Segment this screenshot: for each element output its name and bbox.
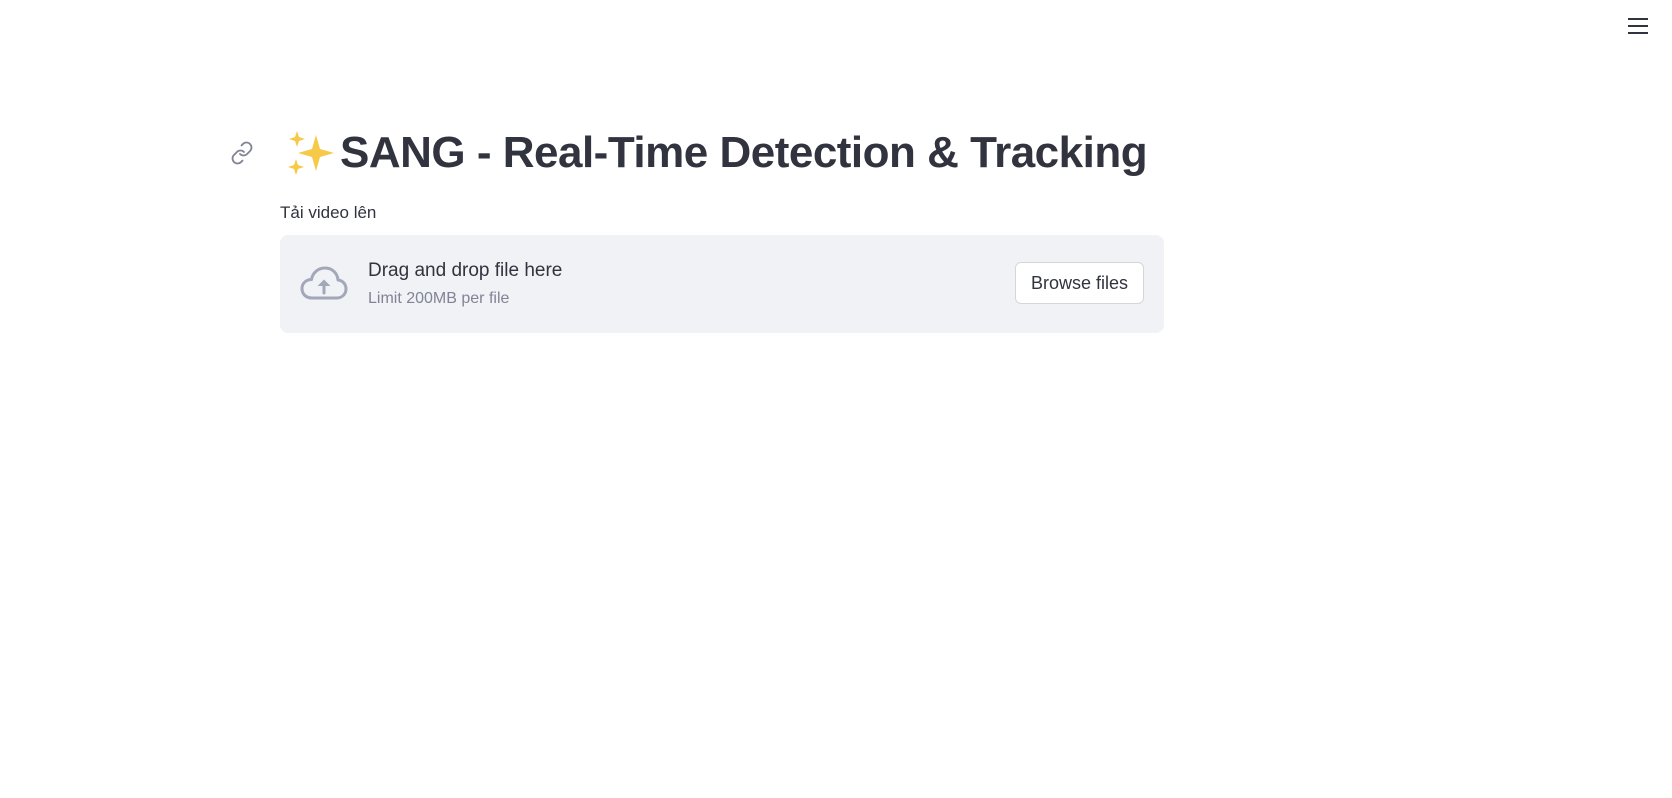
sparkles-icon: [288, 131, 334, 175]
uploader-label: Tải video lên: [280, 203, 377, 222]
link-icon[interactable]: [230, 141, 254, 165]
hamburger-menu-icon: [1628, 18, 1648, 34]
dropzone-title: Drag and drop file here: [368, 260, 563, 281]
main-menu-button[interactable]: [1626, 14, 1650, 38]
app-page: SANG - Real-Time Detection & Tracking Tả…: [0, 0, 1672, 798]
dropzone-instructions: Drag and drop file here Limit 200MB per …: [368, 258, 562, 310]
page-title-row: SANG - Real-Time Detection & Tracking: [231, 118, 1164, 188]
file-size-limit: Limit 200MB per file: [368, 290, 510, 307]
cloud-upload-icon: [300, 266, 348, 300]
page-title: SANG - Real-Time Detection & Tracking: [340, 128, 1148, 177]
main-content: SANG - Real-Time Detection & Tracking Tả…: [231, 118, 1164, 333]
browse-files-button[interactable]: Browse files: [1014, 262, 1144, 304]
file-dropzone[interactable]: Drag and drop file here Limit 200MB per …: [280, 235, 1164, 333]
